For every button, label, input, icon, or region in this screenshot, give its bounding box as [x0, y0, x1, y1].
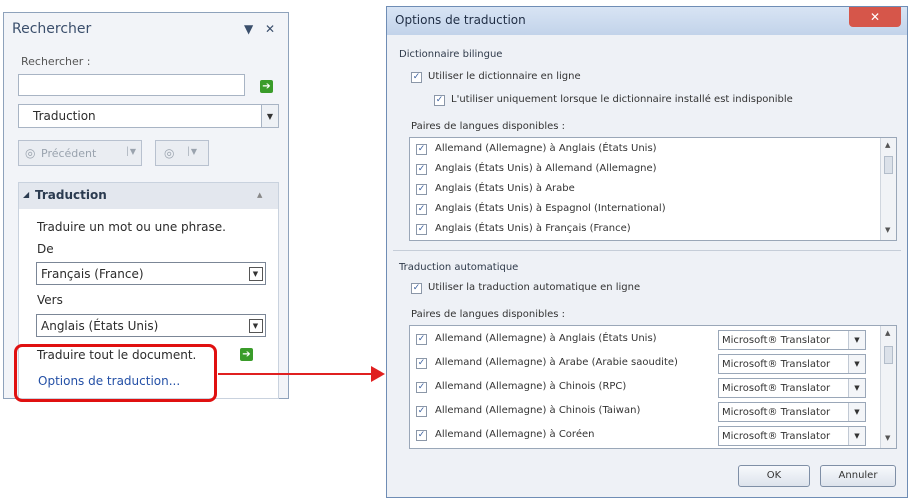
- search-input[interactable]: [18, 74, 245, 96]
- back-arrow-icon: ◎: [25, 146, 36, 160]
- only-if-missing-checkbox[interactable]: ✓: [434, 95, 445, 106]
- chevron-down-icon[interactable]: ▼: [246, 263, 265, 284]
- scroll-thumb[interactable]: [884, 156, 893, 174]
- bilingual-pairs-label: Paires de langues disponibles :: [411, 121, 566, 132]
- chevron-down-icon[interactable]: ▼: [848, 379, 865, 397]
- service-value: Microsoft® Translator: [722, 383, 831, 394]
- chevron-down-icon[interactable]: ▼: [848, 403, 865, 421]
- chevron-down-icon[interactable]: ▼: [848, 427, 865, 445]
- ok-button[interactable]: OK: [738, 465, 810, 487]
- service-select[interactable]: Microsoft® Translator ▼: [718, 330, 866, 350]
- from-language-select[interactable]: Français (France) ▼: [36, 262, 266, 285]
- service-select[interactable]: Microsoft® Translator ▼: [718, 426, 866, 446]
- next-button[interactable]: ◎ │▼: [155, 140, 209, 166]
- previous-button-label: Précédent: [41, 147, 97, 160]
- dialog-titlebar[interactable]: Options de traduction ✕: [387, 7, 907, 35]
- list-item: Allemand (Allemagne) à Anglais (États Un…: [435, 333, 657, 344]
- to-language-value: Anglais (États Unis): [41, 319, 159, 333]
- section-title: Traduction: [35, 188, 107, 202]
- pane-close-icon[interactable]: ✕: [265, 22, 275, 36]
- to-language-select[interactable]: Anglais (États Unis) ▼: [36, 314, 266, 337]
- pair-checkbox[interactable]: ✓: [416, 204, 427, 215]
- list-item: Anglais (États Unis) à Français (France): [435, 223, 631, 234]
- list-item: Anglais (États Unis) à Espagnol (Interna…: [435, 203, 666, 214]
- list-item: Allemand (Allemagne) à Chinois (RPC): [435, 381, 627, 392]
- service-value: Microsoft® Translator: [722, 407, 831, 418]
- list-item: Allemand (Allemagne) à Coréen: [435, 429, 595, 440]
- chevron-down-icon[interactable]: ▼: [848, 355, 865, 373]
- list-item: Allemand (Allemagne) à Arabe (Arabie sao…: [435, 357, 678, 368]
- machine-scrollbar[interactable]: ▲ ▼: [880, 326, 896, 448]
- group-separator: [393, 250, 901, 251]
- online-machine-checkbox[interactable]: ✓: [411, 283, 422, 294]
- from-language-value: Français (France): [41, 267, 144, 281]
- machine-pairs-label: Paires de langues disponibles :: [411, 309, 566, 320]
- pointer-arrow-head: [371, 366, 385, 382]
- research-pane: Rechercher ▼ ✕ Rechercher : ➔ Traduction…: [3, 12, 289, 399]
- translate-document-go-icon[interactable]: ➔: [240, 348, 253, 361]
- pair-checkbox[interactable]: ✓: [416, 382, 427, 393]
- scroll-thumb[interactable]: [884, 346, 893, 364]
- service-value: Microsoft® Translator: [722, 431, 831, 442]
- pointer-arrow-line: [218, 373, 382, 375]
- list-item: Allemand (Allemagne) à Chinois (Taiwan): [435, 405, 641, 416]
- pane-title: Rechercher: [12, 21, 92, 37]
- service-select[interactable]: Microsoft® Translator ▼: [718, 378, 866, 398]
- highlight-box: [14, 344, 217, 402]
- machine-heading: Traduction automatique: [399, 262, 519, 273]
- service-select[interactable]: Microsoft® Translator ▼: [718, 402, 866, 422]
- pair-checkbox[interactable]: ✓: [416, 144, 427, 155]
- service-select-value: Traduction: [33, 109, 96, 123]
- from-label: De: [37, 242, 54, 256]
- pair-checkbox[interactable]: ✓: [416, 184, 427, 195]
- service-select[interactable]: Microsoft® Translator ▼: [718, 354, 866, 374]
- scroll-down-icon[interactable]: ▼: [885, 226, 890, 234]
- service-value: Microsoft® Translator: [722, 335, 831, 346]
- pair-checkbox[interactable]: ✓: [416, 164, 427, 175]
- chevron-down-icon[interactable]: │▼: [125, 147, 136, 156]
- search-label: Rechercher :: [21, 55, 91, 68]
- bilingual-pairs-list[interactable]: ✓ Allemand (Allemagne) à Anglais (États …: [409, 137, 897, 241]
- forward-arrow-icon: ◎: [164, 146, 175, 160]
- cancel-button[interactable]: Annuler: [820, 465, 896, 487]
- dialog-title: Options de traduction: [395, 13, 526, 27]
- search-go-icon[interactable]: ➔: [260, 80, 273, 93]
- online-dictionary-checkbox[interactable]: ✓: [411, 72, 422, 83]
- scroll-up-icon[interactable]: ▲: [885, 329, 890, 337]
- section-header[interactable]: ◢ Traduction ▲: [19, 183, 278, 209]
- translation-options-dialog: Options de traduction ✕ Dictionnaire bil…: [386, 6, 908, 498]
- pair-checkbox[interactable]: ✓: [416, 430, 427, 441]
- list-item: Allemand (Allemagne) à Anglais (États Un…: [435, 143, 657, 154]
- online-machine-label: Utiliser la traduction automatique en li…: [428, 282, 641, 293]
- list-item: Anglais (États Unis) à Allemand (Allemag…: [435, 163, 657, 174]
- service-value: Microsoft® Translator: [722, 359, 831, 370]
- scroll-up-icon[interactable]: ▲: [885, 141, 890, 149]
- scroll-up-icon[interactable]: ▲: [257, 191, 262, 199]
- online-dictionary-label: Utiliser le dictionnaire en ligne: [428, 71, 581, 82]
- chevron-down-icon[interactable]: ▼: [246, 315, 265, 336]
- pair-checkbox[interactable]: ✓: [416, 224, 427, 235]
- scroll-down-icon[interactable]: ▼: [885, 434, 890, 442]
- service-select[interactable]: Traduction ▼: [18, 104, 279, 128]
- pair-checkbox[interactable]: ✓: [416, 406, 427, 417]
- close-icon[interactable]: ✕: [849, 7, 901, 27]
- pane-menu-icon[interactable]: ▼: [244, 22, 253, 36]
- only-if-missing-label: L'utiliser uniquement lorsque le diction…: [451, 94, 793, 105]
- to-label: Vers: [37, 293, 63, 307]
- machine-pairs-list[interactable]: ✓ Allemand (Allemagne) à Anglais (États …: [409, 325, 897, 449]
- bilingual-heading: Dictionnaire bilingue: [399, 49, 503, 60]
- list-item: Anglais (États Unis) à Arabe: [435, 183, 575, 194]
- previous-button[interactable]: ◎ Précédent │▼: [18, 140, 142, 166]
- pair-checkbox[interactable]: ✓: [416, 358, 427, 369]
- collapse-triangle-icon[interactable]: ◢: [23, 190, 29, 199]
- chevron-down-icon[interactable]: ▼: [848, 331, 865, 349]
- chevron-down-icon[interactable]: ▼: [261, 105, 278, 127]
- instruction-text: Traduire un mot ou une phrase.: [37, 220, 226, 234]
- pair-checkbox[interactable]: ✓: [416, 334, 427, 345]
- bilingual-scrollbar[interactable]: ▲ ▼: [880, 138, 896, 240]
- chevron-down-icon[interactable]: │▼: [186, 147, 197, 156]
